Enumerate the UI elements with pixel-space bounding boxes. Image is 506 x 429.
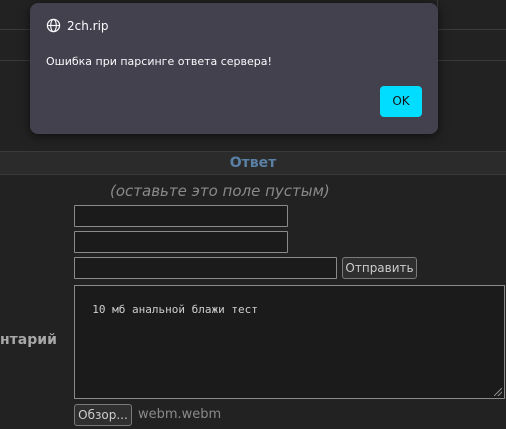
dialog-origin: 2ch.rip [46, 18, 109, 33]
comment-label: нтарий [0, 332, 57, 348]
selected-file-name: webm.webm [138, 407, 222, 422]
ok-button[interactable]: OK [380, 86, 422, 117]
submit-button[interactable]: Отправить [342, 257, 417, 279]
subject-field[interactable] [74, 257, 337, 279]
comment-text: 10 мб анальной блажи тест [92, 303, 258, 316]
resize-grip-icon[interactable] [494, 388, 502, 396]
browse-button[interactable]: Обзор... [74, 404, 132, 426]
comment-textarea[interactable]: 10 мб анальной блажи тест [74, 285, 505, 399]
alert-dialog: 2ch.rip Ошибка при парсинге ответа серве… [30, 3, 438, 134]
dialog-message: Ошибка при парсинге ответа сервера! [46, 55, 272, 68]
leave-empty-hint: (оставьте это поле пустым) [110, 182, 330, 200]
globe-icon [46, 18, 61, 33]
honeypot-field[interactable] [74, 205, 288, 227]
name-field[interactable] [74, 231, 288, 253]
dialog-origin-text: 2ch.rip [67, 18, 109, 33]
reply-section-title: Ответ [0, 151, 506, 175]
